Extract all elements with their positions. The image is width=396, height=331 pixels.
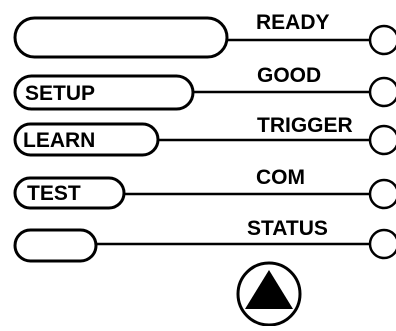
status-label-status: STATUS — [247, 217, 328, 240]
blank-button-top[interactable] — [13, 16, 229, 59]
status-label-trigger: TRIGGER — [257, 114, 353, 137]
test-button-label: TEST — [27, 182, 81, 205]
status-indicator — [368, 228, 396, 260]
trigger-indicator — [368, 124, 396, 156]
row-ready: READY — [13, 11, 396, 59]
row-com: TEST COM — [13, 166, 396, 210]
learn-button-label: LEARN — [23, 129, 95, 152]
setup-button-label: SETUP — [25, 82, 95, 105]
ready-indicator — [368, 24, 396, 56]
row-good: SETUP GOOD — [13, 64, 396, 111]
front-panel-diagram: READY SETUP GOOD LEARN TRIGGER TEST COM … — [0, 0, 396, 327]
row-status: STATUS — [13, 217, 396, 263]
row-trigger: LEARN TRIGGER — [13, 114, 396, 157]
blank-button-bottom[interactable] — [13, 228, 98, 263]
up-arrow-button[interactable] — [236, 261, 302, 327]
status-label-com: COM — [256, 166, 305, 189]
good-indicator — [368, 76, 396, 108]
status-label-ready: READY — [256, 11, 330, 34]
com-indicator — [368, 178, 396, 210]
status-label-good: GOOD — [257, 64, 321, 87]
